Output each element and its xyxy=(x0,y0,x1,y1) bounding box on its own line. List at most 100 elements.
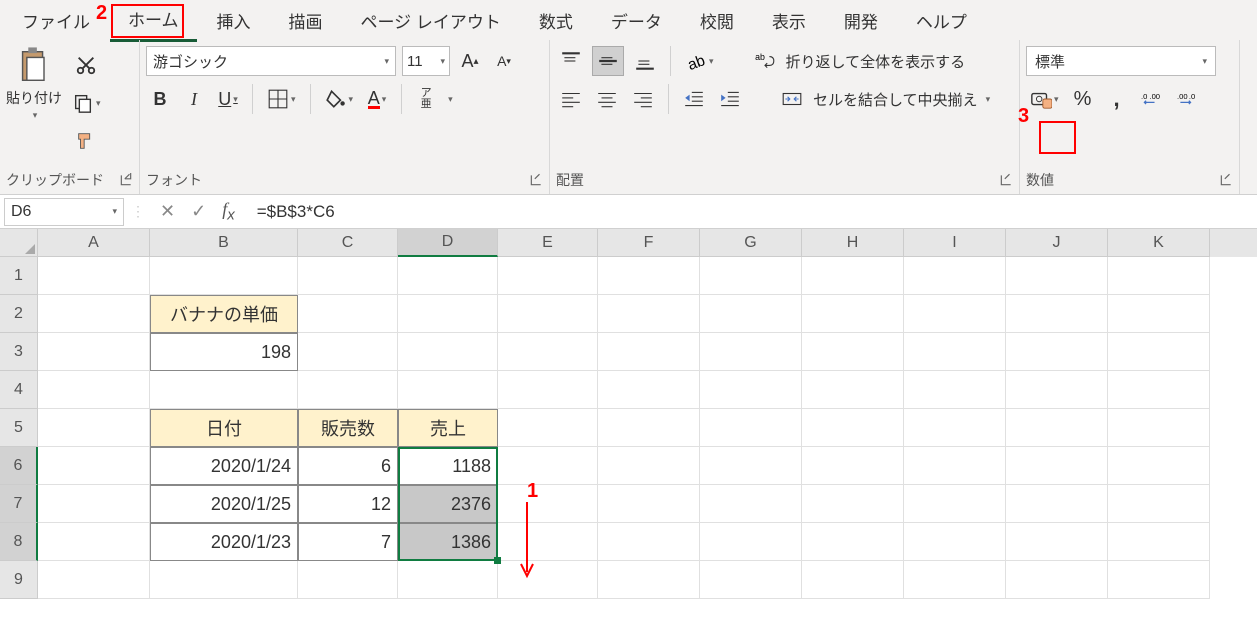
name-box[interactable]: D6▾ xyxy=(4,198,124,226)
cell-E8[interactable] xyxy=(498,523,598,561)
col-header-J[interactable]: J xyxy=(1006,229,1108,257)
cell-A8[interactable] xyxy=(38,523,150,561)
cell-H1[interactable] xyxy=(802,257,904,295)
fill-color-button[interactable]: ▾ xyxy=(321,84,358,114)
cell-D2[interactable] xyxy=(398,295,498,333)
clipboard-launcher[interactable] xyxy=(119,173,133,187)
chevron-down-icon[interactable]: ▾ xyxy=(986,94,991,105)
cell-H8[interactable] xyxy=(802,523,904,561)
cell-F4[interactable] xyxy=(598,371,700,409)
col-header-E[interactable]: E xyxy=(498,229,598,257)
cell-D5[interactable]: 売上 xyxy=(398,409,498,447)
accounting-format-button[interactable]: ▾ xyxy=(1026,84,1063,114)
number-format-select[interactable]: 標準▾ xyxy=(1026,46,1216,76)
cell-H7[interactable] xyxy=(802,485,904,523)
select-all-corner[interactable] xyxy=(0,229,38,257)
cell-A2[interactable] xyxy=(38,295,150,333)
menu-formulas[interactable]: 数式 xyxy=(521,0,591,41)
cell-H4[interactable] xyxy=(802,371,904,409)
col-header-G[interactable]: G xyxy=(700,229,802,257)
cell-F9[interactable] xyxy=(598,561,700,599)
row-header-6[interactable]: 6 xyxy=(0,447,38,485)
phonetic-button[interactable]: ア 亜 xyxy=(412,84,440,114)
cell-J4[interactable] xyxy=(1006,371,1108,409)
cell-K3[interactable] xyxy=(1108,333,1210,371)
cell-F5[interactable] xyxy=(598,409,700,447)
orientation-button[interactable]: ab▾ xyxy=(681,46,718,76)
menu-insert[interactable]: 挿入 xyxy=(199,0,269,41)
cell-K7[interactable] xyxy=(1108,485,1210,523)
cell-H6[interactable] xyxy=(802,447,904,485)
format-painter-button[interactable] xyxy=(68,126,105,156)
cell-D1[interactable] xyxy=(398,257,498,295)
row-header-4[interactable]: 4 xyxy=(0,371,38,409)
menu-developer[interactable]: 開発 xyxy=(826,0,896,41)
cell-C2[interactable] xyxy=(298,295,398,333)
row-header-5[interactable]: 5 xyxy=(0,409,38,447)
cell-D4[interactable] xyxy=(398,371,498,409)
cell-I2[interactable] xyxy=(904,295,1006,333)
cell-G9[interactable] xyxy=(700,561,802,599)
row-header-7[interactable]: 7 xyxy=(0,485,38,523)
comma-button[interactable]: , xyxy=(1103,84,1131,114)
cell-E9[interactable] xyxy=(498,561,598,599)
cell-A7[interactable] xyxy=(38,485,150,523)
cell-K5[interactable] xyxy=(1108,409,1210,447)
merge-label[interactable]: セルを結合して中央揃え xyxy=(813,89,978,110)
cell-C8[interactable]: 7 xyxy=(298,523,398,561)
cell-K6[interactable] xyxy=(1108,447,1210,485)
cell-H3[interactable] xyxy=(802,333,904,371)
col-header-D[interactable]: D xyxy=(398,229,498,257)
cell-D8[interactable]: 1386 xyxy=(398,523,498,561)
cell-B8[interactable]: 2020/1/23 xyxy=(150,523,298,561)
cell-G5[interactable] xyxy=(700,409,802,447)
wrap-text-button[interactable]: ab xyxy=(750,46,780,76)
cell-A6[interactable] xyxy=(38,447,150,485)
cell-A1[interactable] xyxy=(38,257,150,295)
col-header-H[interactable]: H xyxy=(802,229,904,257)
cell-A3[interactable] xyxy=(38,333,150,371)
enter-formula-button[interactable]: ✓ xyxy=(191,201,206,222)
cell-B5[interactable]: 日付 xyxy=(150,409,298,447)
cell-E4[interactable] xyxy=(498,371,598,409)
wrap-text-label[interactable]: 折り返して全体を表示する xyxy=(786,51,966,72)
cell-F3[interactable] xyxy=(598,333,700,371)
decrease-font-button[interactable]: A▾ xyxy=(490,46,518,76)
menu-review[interactable]: 校閲 xyxy=(682,0,752,41)
cell-B4[interactable] xyxy=(150,371,298,409)
cell-F7[interactable] xyxy=(598,485,700,523)
cell-G6[interactable] xyxy=(700,447,802,485)
increase-decimal-button[interactable]: .0.00 xyxy=(1137,84,1167,114)
cell-I4[interactable] xyxy=(904,371,1006,409)
cell-K2[interactable] xyxy=(1108,295,1210,333)
cut-button[interactable] xyxy=(68,50,105,80)
percent-button[interactable]: % xyxy=(1069,84,1097,114)
col-header-C[interactable]: C xyxy=(298,229,398,257)
cell-I3[interactable] xyxy=(904,333,1006,371)
cell-A9[interactable] xyxy=(38,561,150,599)
cell-E5[interactable] xyxy=(498,409,598,447)
cell-H9[interactable] xyxy=(802,561,904,599)
cell-I8[interactable] xyxy=(904,523,1006,561)
cell-G3[interactable] xyxy=(700,333,802,371)
cell-G7[interactable] xyxy=(700,485,802,523)
insert-function-button[interactable]: fx xyxy=(222,199,235,224)
menu-home[interactable]: ホーム xyxy=(110,0,197,42)
font-size-select[interactable]: 11▾ xyxy=(402,46,450,76)
cell-K9[interactable] xyxy=(1108,561,1210,599)
align-top-button[interactable] xyxy=(556,46,586,76)
merge-center-button[interactable] xyxy=(777,84,807,114)
row-header-2[interactable]: 2 xyxy=(0,295,38,333)
cell-D9[interactable] xyxy=(398,561,498,599)
cell-G4[interactable] xyxy=(700,371,802,409)
fill-handle[interactable] xyxy=(494,557,501,564)
align-left-button[interactable] xyxy=(556,84,586,114)
menu-data[interactable]: データ xyxy=(593,0,680,41)
col-header-I[interactable]: I xyxy=(904,229,1006,257)
cell-C7[interactable]: 12 xyxy=(298,485,398,523)
cell-B3[interactable]: 198 xyxy=(150,333,298,371)
col-header-A[interactable]: A xyxy=(38,229,150,257)
menu-help[interactable]: ヘルプ xyxy=(898,0,985,41)
cell-H5[interactable] xyxy=(802,409,904,447)
cell-E7[interactable] xyxy=(498,485,598,523)
